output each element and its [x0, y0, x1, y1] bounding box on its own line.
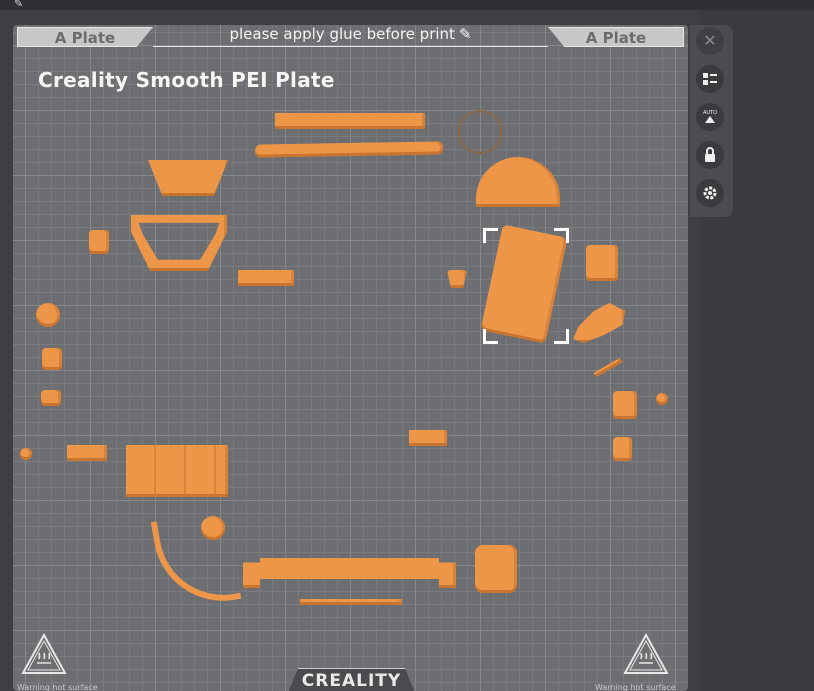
plate-title: Creality Smooth PEI Plate	[38, 68, 335, 92]
model-large-cylinder[interactable]	[475, 545, 517, 593]
hot-surface-label-right: Warning hot surface	[595, 683, 676, 691]
model-bar-left[interactable]	[67, 445, 107, 461]
hot-surface-icon	[21, 632, 67, 674]
list-icon	[703, 73, 717, 85]
plate-tab-left[interactable]: A Plate	[17, 27, 153, 47]
model-long-bracket[interactable]	[243, 558, 456, 588]
arrange-button[interactable]	[696, 65, 724, 93]
hot-surface-icon	[623, 632, 669, 674]
model-block-ribbed[interactable]	[126, 445, 228, 497]
auto-icon: AUTO	[703, 110, 717, 123]
lock-button[interactable]	[696, 141, 724, 169]
plate-tab-right[interactable]: A Plate	[548, 27, 684, 47]
model-cylinder-right-2[interactable]	[613, 391, 637, 419]
pencil-icon[interactable]: ✎	[459, 25, 472, 43]
model-dot-left[interactable]	[20, 448, 32, 460]
auto-orient-button[interactable]: AUTO	[696, 103, 724, 131]
notice-text: please apply glue before print	[229, 25, 455, 43]
plate-header: A Plate please apply glue before print ✎ …	[13, 25, 688, 47]
hot-surface-label-left: Warning hot surface	[17, 683, 98, 691]
model-sphere-left[interactable]	[36, 303, 60, 327]
plate-notice: please apply glue before print ✎	[163, 25, 538, 45]
model-thin-rod[interactable]	[300, 599, 402, 605]
header-divider	[153, 46, 548, 47]
hot-surface-warning-left	[21, 632, 67, 675]
model-bar-top[interactable]	[275, 113, 425, 129]
model-thin-piece[interactable]	[593, 357, 623, 378]
brand-logo: CREALITY	[288, 668, 415, 691]
model-ring[interactable]	[458, 110, 502, 154]
close-button[interactable]: ✕	[696, 27, 724, 55]
model-small-cylinder-1[interactable]	[89, 230, 109, 254]
model-cylinder-right[interactable]	[586, 245, 618, 281]
model-small-cylinder-2[interactable]	[42, 348, 62, 370]
model-curved-rod[interactable]	[150, 509, 242, 612]
model-long-rod[interactable]	[254, 141, 444, 158]
hot-surface-warning-right	[623, 632, 669, 675]
model-cone[interactable]	[447, 270, 467, 288]
model-dot-right[interactable]	[656, 393, 668, 405]
close-icon: ✕	[703, 31, 717, 50]
lock-icon	[705, 147, 715, 162]
top-bar: ✎	[0, 0, 814, 10]
model-small-bar-mid[interactable]	[409, 430, 447, 446]
build-plate[interactable]: A Plate please apply glue before print ✎ …	[13, 25, 688, 691]
model-trapezoid[interactable]	[148, 160, 228, 196]
model-short-bar[interactable]	[238, 270, 294, 286]
selection-brackets	[483, 228, 569, 344]
settings-button[interactable]	[696, 179, 724, 207]
model-complex-part[interactable]	[573, 303, 625, 343]
model-cylinder-right-3[interactable]	[613, 437, 632, 461]
svg-text:AUTO: AUTO	[703, 110, 717, 116]
edit-icon[interactable]: ✎	[14, 0, 30, 10]
model-small-cylinder-3[interactable]	[41, 390, 61, 406]
model-frame[interactable]	[131, 215, 227, 271]
model-half-dome[interactable]	[476, 157, 560, 207]
gear-icon	[703, 186, 717, 200]
plate-toolbar: ✕ AUTO	[690, 25, 733, 217]
